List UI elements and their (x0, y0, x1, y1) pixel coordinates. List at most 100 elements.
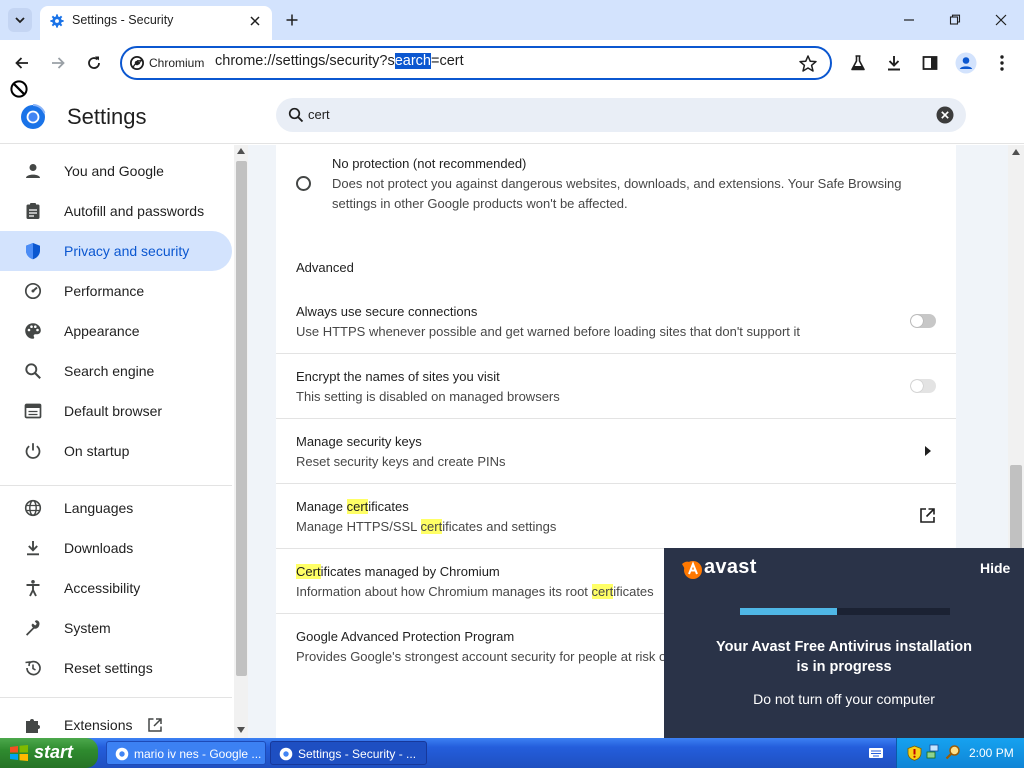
sidebar-item-system[interactable]: System (0, 608, 232, 648)
start-button[interactable]: start (0, 738, 98, 768)
encrypt-names-toggle[interactable] (910, 379, 936, 393)
side-panel-icon (922, 56, 938, 70)
palette-icon (25, 323, 41, 339)
desc-text: ificates (613, 584, 654, 599)
restore-button[interactable] (943, 8, 967, 32)
search-icon (288, 107, 304, 123)
no-protection-desc: Does not protect you against dangerous w… (332, 176, 902, 191)
url-suffix: =cert (431, 53, 464, 69)
sidebar-item-default-browser[interactable]: Default browser (0, 391, 232, 431)
setting-title: Manage security keys (296, 434, 422, 449)
sidebar-item-search-engine[interactable]: Search engine (0, 351, 232, 391)
sidebar-item-label: Appearance (64, 323, 140, 339)
security-shield-icon[interactable] (907, 745, 922, 761)
setting-title: Encrypt the names of sites you visit (296, 369, 500, 384)
puzzle-icon (26, 719, 40, 733)
menu-button[interactable] (989, 50, 1015, 76)
avast-hide-button[interactable]: Hide (980, 560, 1010, 576)
setting-row-encrypt-names[interactable]: Encrypt the names of sites you visit Thi… (276, 353, 956, 418)
advanced-heading: Advanced (296, 260, 354, 275)
search-highlight: Cert (296, 564, 321, 579)
tab-search-button[interactable] (8, 8, 32, 32)
sidebar-divider (0, 485, 232, 486)
downloads-button[interactable] (881, 50, 907, 76)
sidebar-scrollbar-thumb[interactable] (236, 161, 247, 676)
system-tray: 2:00 PM (896, 738, 1024, 768)
sidebar-item-extensions[interactable]: Extensions (0, 705, 232, 738)
sidebar-item-label: You and Google (64, 163, 164, 179)
new-tab-button[interactable] (282, 10, 302, 30)
clear-search-icon[interactable] (936, 106, 954, 124)
settings-sidebar: You and Google Autofill and passwords Pr… (0, 145, 248, 738)
taskbar-item-google[interactable]: mario iv nes - Google ... (106, 741, 266, 765)
sidebar-item-performance[interactable]: Performance (0, 271, 232, 311)
shield-icon (26, 243, 40, 260)
restore-icon (949, 14, 961, 25)
scroll-down-arrow-icon[interactable] (237, 727, 245, 733)
scroll-up-arrow-icon[interactable] (237, 148, 245, 154)
not-allowed-cursor-icon (10, 80, 28, 98)
labs-button[interactable] (845, 50, 871, 76)
taskbar-item-label: mario iv nes - Google ... (134, 747, 262, 761)
keyboard-icon[interactable] (868, 746, 884, 760)
setting-row-security-keys[interactable]: Manage security keys Reset security keys… (276, 418, 956, 483)
address-bar[interactable]: Chromium chrome://settings/security?sear… (120, 46, 832, 80)
desc-text: ificates and settings (442, 519, 557, 534)
power-icon (25, 443, 41, 459)
close-window-button[interactable] (989, 8, 1013, 32)
tab-close-button[interactable] (246, 12, 264, 30)
sidebar-item-languages[interactable]: Languages (0, 488, 232, 528)
arrow-right-icon (925, 446, 931, 456)
scroll-up-arrow-icon[interactable] (1012, 149, 1020, 155)
tab-strip: Settings - Security (0, 0, 1024, 40)
setting-title: Google Advanced Protection Program (296, 629, 515, 644)
magnifier-icon[interactable] (945, 744, 961, 761)
star-icon[interactable] (798, 54, 818, 74)
arrow-right-icon (52, 57, 65, 69)
sidebar-item-accessibility[interactable]: Accessibility (0, 568, 232, 608)
setting-row-manage-certificates[interactable]: Manage certificates Manage HTTPS/SSL cer… (276, 483, 956, 548)
settings-search-field[interactable]: cert (276, 98, 966, 132)
setting-desc: Manage HTTPS/SSL certificates and settin… (296, 519, 556, 534)
history-icon (25, 660, 41, 676)
url-selected-text: earch (394, 53, 431, 69)
sidebar-item-downloads[interactable]: Downloads (0, 528, 232, 568)
site-chip-label[interactable]: Chromium (149, 56, 204, 70)
reload-button[interactable] (81, 50, 107, 76)
main-scrollbar-thumb[interactable] (1010, 465, 1022, 555)
minimize-button[interactable] (897, 8, 921, 32)
search-highlight: cert (346, 499, 369, 514)
back-button[interactable] (9, 50, 35, 76)
install-warning-message: Do not turn off your computer (753, 691, 935, 707)
install-status-line: is in progress (796, 659, 892, 675)
close-icon (250, 16, 260, 26)
sidebar-item-on-startup[interactable]: On startup (0, 431, 232, 471)
url-text[interactable]: chrome://settings/security?search=cert (215, 53, 464, 69)
tab-settings-security[interactable]: Settings - Security (40, 6, 272, 40)
taskbar-item-settings[interactable]: Settings - Security - ... (270, 741, 427, 765)
setting-row-secure-connections[interactable]: Always use secure connections Use HTTPS … (276, 288, 956, 353)
sidebar-item-label: Default browser (64, 403, 163, 419)
plus-icon (286, 14, 298, 26)
sidebar-item-appearance[interactable]: Appearance (0, 311, 232, 351)
secure-connections-toggle[interactable] (910, 314, 936, 328)
chromium-icon (279, 747, 293, 761)
install-progress-fill (740, 608, 837, 615)
side-panel-button[interactable] (917, 50, 943, 76)
wrench-icon (26, 620, 40, 636)
minimize-icon (904, 19, 914, 21)
sidebar-item-reset-settings[interactable]: Reset settings (0, 648, 232, 688)
sidebar-item-privacy-security[interactable]: Privacy and security (0, 231, 232, 271)
no-protection-radio[interactable] (296, 176, 311, 191)
title-text: ificates (368, 499, 409, 514)
reload-icon (88, 56, 100, 69)
sidebar-item-you-and-google[interactable]: You and Google (0, 151, 232, 191)
sidebar-item-label: Reset settings (64, 660, 153, 676)
forward-button[interactable] (45, 50, 71, 76)
network-icon[interactable] (925, 744, 941, 761)
profile-button[interactable] (953, 50, 979, 76)
setting-title: Manage certificates (296, 499, 409, 514)
sidebar-item-autofill[interactable]: Autofill and passwords (0, 191, 232, 231)
search-input-value[interactable]: cert (308, 107, 330, 122)
sidebar-item-label: System (64, 620, 111, 636)
